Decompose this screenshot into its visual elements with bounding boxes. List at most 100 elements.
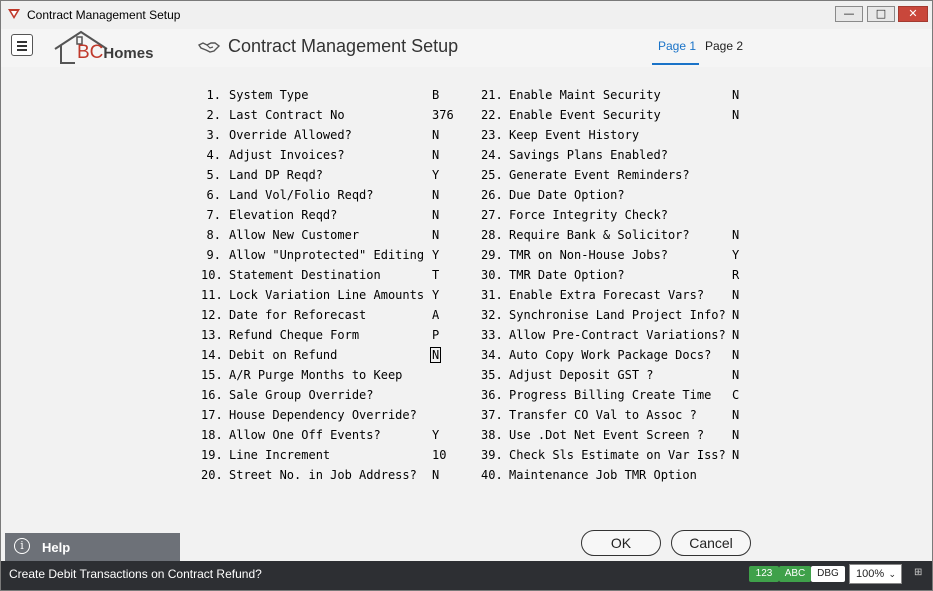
setting-value-field[interactable] xyxy=(432,407,456,421)
maximize-button[interactable]: □ xyxy=(867,6,895,22)
menu-icon-line xyxy=(17,49,27,51)
setting-label: Line Increment xyxy=(229,448,331,462)
setting-value-field[interactable]: N xyxy=(432,227,456,243)
info-icon: i xyxy=(14,538,30,554)
setting-value-field[interactable]: N xyxy=(432,147,456,163)
setting-value-field[interactable]: N xyxy=(432,127,456,143)
setting-number: 28. xyxy=(481,228,503,242)
setting-value-field[interactable]: N xyxy=(732,407,756,423)
setting-label: Allow New Customer xyxy=(229,228,360,242)
setting-value-field[interactable]: R xyxy=(732,267,756,283)
setting-value-field[interactable]: Y xyxy=(432,167,456,183)
setting-value-field[interactable] xyxy=(732,167,756,181)
setting-value-field[interactable]: N xyxy=(732,307,756,323)
setting-value-field[interactable]: N xyxy=(432,467,456,483)
setting-value-field[interactable] xyxy=(732,207,756,221)
menu-button[interactable] xyxy=(11,34,33,56)
page-title: Contract Management Setup xyxy=(228,36,459,56)
setting-value-field[interactable]: T xyxy=(432,267,456,283)
setting-value-field[interactable]: Y xyxy=(732,247,756,263)
setting-value-field[interactable]: B xyxy=(432,87,456,103)
close-icon: ✕ xyxy=(908,7,918,20)
setting-label: Synchronise Land Project Info? xyxy=(509,308,726,322)
setting-value-field[interactable]: N xyxy=(732,327,756,343)
setting-value-field[interactable]: A xyxy=(432,307,456,323)
setting-label: TMR on Non-House Jobs? xyxy=(509,248,668,262)
setting-label: House Dependency Override? xyxy=(229,408,417,422)
status-message: Create Debit Transactions on Contract Re… xyxy=(9,567,262,581)
help-button[interactable]: i Help xyxy=(5,533,180,561)
setting-number: 6. xyxy=(206,188,221,202)
setting-value-field[interactable]: N xyxy=(432,207,456,223)
setting-value-field[interactable]: Y xyxy=(432,247,456,263)
setting-label: Check Sls Estimate on Var Iss? xyxy=(509,448,726,462)
setting-number: 7. xyxy=(206,208,221,222)
setting-value-field[interactable]: N xyxy=(732,107,756,123)
debit-on-refund-input[interactable]: N xyxy=(430,347,442,363)
setting-value-field[interactable]: Y xyxy=(432,287,456,303)
setting-label: TMR Date Option? xyxy=(509,268,625,282)
setting-label: Override Allowed? xyxy=(229,128,352,142)
ok-button[interactable]: OK xyxy=(581,530,661,556)
chevron-down-icon: ⌄ xyxy=(888,569,896,579)
tab-page-2[interactable]: Page 2 xyxy=(705,39,743,53)
setting-number: 38. xyxy=(481,428,503,442)
header: BCHomes Contract Management Setup Page 1… xyxy=(1,29,932,67)
setting-value-field[interactable]: N xyxy=(732,347,756,363)
setting-value-field[interactable] xyxy=(732,147,756,161)
setting-value-field[interactable]: N xyxy=(732,87,756,103)
help-label: Help xyxy=(42,540,71,555)
setting-value-field[interactable]: P xyxy=(432,327,456,343)
setting-value-field[interactable]: N xyxy=(732,427,756,443)
setting-value-field[interactable] xyxy=(732,467,756,481)
setting-value-field[interactable]: 376 xyxy=(432,107,456,123)
setting-label: Adjust Deposit GST ? xyxy=(509,368,654,382)
setting-value-field[interactable]: N xyxy=(732,367,756,383)
app-window: Contract Management Setup — □ ✕ BCHomes … xyxy=(0,0,933,591)
setting-number: 40. xyxy=(481,468,503,482)
setting-label: Require Bank & Solicitor? xyxy=(509,228,690,242)
logo-text: BCHomes xyxy=(77,42,153,64)
setting-number: 14. xyxy=(201,348,223,362)
setting-label: Progress Billing Create Time xyxy=(509,388,712,402)
setting-label: Elevation Reqd? xyxy=(229,208,338,222)
setting-value-field[interactable]: N xyxy=(732,287,756,303)
setting-value-field[interactable]: N xyxy=(432,187,456,203)
resize-grip-icon[interactable]: ⊞ xyxy=(914,568,924,578)
setting-label: Enable Event Security xyxy=(509,108,661,122)
setting-label: Use .Dot Net Event Screen ? xyxy=(509,428,705,442)
setting-label: Allow One Off Events? xyxy=(229,428,381,442)
active-tab-indicator xyxy=(652,63,699,65)
setting-value-field[interactable]: N xyxy=(732,447,756,463)
setting-value-field[interactable]: N xyxy=(732,227,756,243)
zoom-value: 100% xyxy=(856,568,885,580)
setting-value-field[interactable] xyxy=(732,127,756,141)
setting-number: 32. xyxy=(481,308,503,322)
menu-icon-line xyxy=(17,41,27,43)
cancel-button[interactable]: Cancel xyxy=(671,530,751,556)
setting-value-field[interactable]: C xyxy=(732,387,756,403)
minimize-button[interactable]: — xyxy=(835,6,863,22)
setting-number: 8. xyxy=(206,228,221,242)
setting-label: Allow "Unprotected" Editing xyxy=(229,248,425,262)
setting-value-field[interactable] xyxy=(432,367,456,381)
logo-bc: BC xyxy=(77,42,104,63)
setting-value-field[interactable] xyxy=(732,187,756,201)
setting-number: 35. xyxy=(481,368,503,382)
close-button[interactable]: ✕ xyxy=(898,6,928,22)
setting-label: Enable Extra Forecast Vars? xyxy=(509,288,705,302)
setting-value-field[interactable]: 10 xyxy=(432,447,456,463)
tab-page-1[interactable]: Page 1 xyxy=(658,39,696,53)
setting-number: 31. xyxy=(481,288,503,302)
setting-value-field[interactable] xyxy=(432,387,456,401)
handshake-icon xyxy=(198,42,220,53)
zoom-select[interactable]: 100% ⌄ xyxy=(849,564,902,584)
setting-value-field[interactable]: Y xyxy=(432,427,456,443)
setting-number: 18. xyxy=(201,428,223,442)
setting-label: Refund Cheque Form xyxy=(229,328,360,342)
capslock-badge: ABC xyxy=(779,566,811,582)
window-title: Contract Management Setup xyxy=(27,8,181,22)
setting-number: 37. xyxy=(481,408,503,422)
setting-number: 25. xyxy=(481,168,503,182)
app-logo-icon xyxy=(8,9,20,19)
